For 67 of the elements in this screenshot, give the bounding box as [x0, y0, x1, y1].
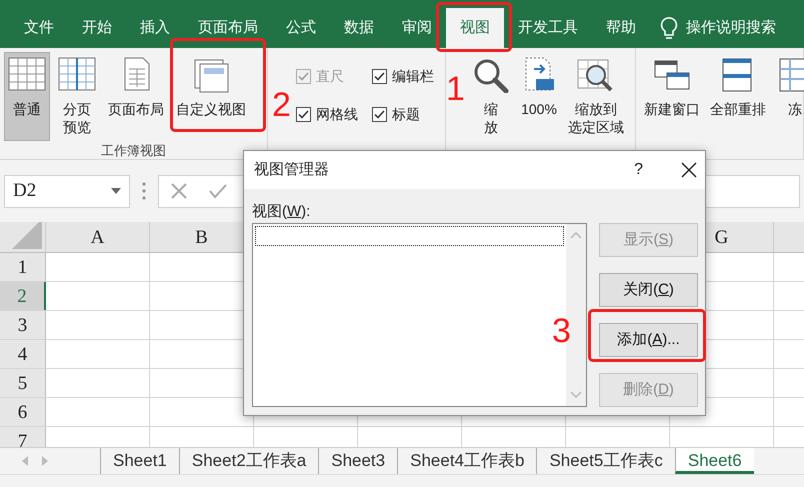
group-label: 工作簿视图: [100, 142, 167, 159]
ribbon-tab[interactable]: 页面布局: [184, 8, 272, 48]
column-header[interactable]: A: [46, 222, 150, 252]
zoom-selection-icon: [577, 57, 615, 93]
ribbon-tab[interactable]: 审阅: [388, 8, 446, 48]
page-grid-icon: [58, 57, 96, 93]
ribbon-button[interactable]: 冻: [772, 52, 804, 139]
ribbon-tab[interactable]: 公式: [272, 8, 330, 48]
ribbon-button[interactable]: 缩 放: [468, 52, 514, 141]
scroll-left-icon[interactable]: [22, 456, 28, 466]
check-icon: [374, 72, 385, 82]
row-header[interactable]: 2: [0, 282, 46, 310]
checkbox-label[interactable]: 标题: [392, 104, 420, 125]
row-header[interactable]: 3: [0, 311, 46, 339]
grid-icon: [8, 57, 46, 93]
sheet-tab[interactable]: Sheet6: [674, 448, 754, 474]
cancel-icon[interactable]: [171, 183, 187, 199]
search-label[interactable]: 操作说明搜索: [686, 16, 776, 40]
ribbon-button[interactable]: 普通: [4, 52, 50, 141]
scroll-up-icon[interactable]: [570, 232, 582, 239]
ribbon-button[interactable]: 页面布局: [104, 52, 168, 141]
step-number: 2: [272, 88, 291, 122]
view-list[interactable]: [252, 223, 587, 407]
checkbox-label[interactable]: 编辑栏: [392, 66, 434, 88]
ribbon-button[interactable]: 缩放到 选定区域: [564, 52, 628, 141]
row-header[interactable]: 7: [0, 427, 46, 447]
ribbon-button[interactable]: 新建窗口: [640, 52, 704, 139]
checkbox[interactable]: [372, 69, 387, 84]
ribbon-button[interactable]: 自定义视图: [172, 52, 250, 141]
lightbulb-icon: [660, 16, 678, 40]
close-icon[interactable]: [681, 162, 697, 178]
help-button[interactable]: ?: [634, 158, 643, 182]
ribbon-button[interactable]: 全部重排: [706, 52, 770, 139]
grip-icon: [142, 181, 146, 201]
name-box[interactable]: D2: [4, 174, 130, 208]
ribbon-tab[interactable]: 插入: [126, 8, 184, 48]
check-icon: [374, 110, 385, 119]
dialog-button[interactable]: 添加(A)...: [599, 323, 698, 357]
checkbox-label[interactable]: 网格线: [316, 104, 358, 125]
checkbox[interactable]: [372, 106, 387, 122]
enter-icon[interactable]: [209, 183, 227, 199]
step-number: 3: [552, 314, 571, 348]
dropdown-icon[interactable]: [111, 188, 121, 194]
custom-view-icon: [192, 57, 230, 93]
scroll-down-icon[interactable]: [570, 391, 582, 398]
ribbon-tab[interactable]: 数据: [330, 8, 388, 48]
check-icon: [298, 72, 309, 82]
ribbon-button[interactable]: 100%: [516, 52, 562, 141]
check-icon: [298, 110, 309, 119]
ribbon-button[interactable]: 分页 预览: [54, 52, 100, 141]
scroll-right-icon[interactable]: [42, 456, 48, 466]
row-header[interactable]: 5: [0, 369, 46, 397]
ribbon-tab[interactable]: 视图: [446, 8, 504, 48]
dialog-button[interactable]: 关闭(C): [599, 273, 698, 307]
magnifier-icon: [472, 57, 510, 93]
name-box-value: D2: [13, 178, 36, 203]
list-label: 视图(W):: [252, 203, 310, 220]
ribbon-tab[interactable]: 文件: [10, 8, 68, 48]
ribbon-tab[interactable]: 帮助: [592, 8, 650, 48]
row-header[interactable]: 1: [0, 253, 46, 281]
step-number: 1: [446, 72, 465, 106]
row-header[interactable]: 4: [0, 340, 46, 368]
checkbox[interactable]: [296, 106, 311, 122]
ribbon-tab[interactable]: 开发工具: [504, 8, 592, 48]
row-header[interactable]: 6: [0, 398, 46, 426]
dialog-title: 视图管理器: [254, 160, 329, 180]
ribbon-tab[interactable]: 开始: [68, 8, 126, 48]
